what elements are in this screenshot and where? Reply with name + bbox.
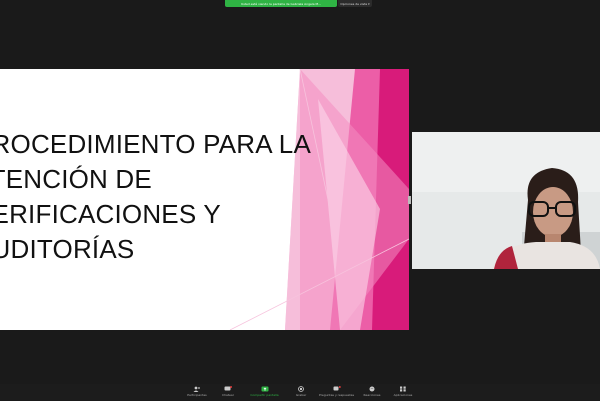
shared-slide: PROCEDIMIENTO PARA LA ATENCIÓN DE VERIFI… — [0, 69, 409, 330]
reactions-button[interactable]: Reacciones — [357, 384, 388, 401]
reactions-label: Reacciones — [363, 393, 381, 397]
view-options-label: Opciones de vista — [340, 1, 368, 6]
chevron-down-icon: ▾ — [368, 1, 370, 6]
slide-title-line: AUDITORÍAS — [0, 234, 135, 264]
record-icon — [297, 385, 305, 392]
reactions-icon — [368, 385, 376, 392]
share-screen-button[interactable]: Compartir pantalla — [244, 384, 286, 401]
apps-label: Aplicaciones — [393, 393, 413, 397]
participant-video[interactable] — [412, 132, 600, 269]
top-bar: Usted está viendo la pantalla de Gabriel… — [0, 0, 600, 8]
record-button[interactable]: Grabar — [286, 384, 317, 401]
participant-image — [412, 132, 600, 269]
slide-title-line: PROCEDIMIENTO PARA LA — [0, 129, 311, 159]
apps-button[interactable]: Aplicaciones — [388, 384, 419, 401]
chat-label: Chatear — [222, 393, 234, 397]
share-screen-label: Compartir pantalla — [250, 393, 279, 397]
splitter-handle[interactable] — [408, 196, 411, 204]
slide-title: PROCEDIMIENTO PARA LA ATENCIÓN DE VERIFI… — [0, 127, 311, 267]
participants-button[interactable]: Participantes — [182, 384, 213, 401]
qa-label: Preguntas y respuestas — [318, 393, 355, 397]
meeting-toolbar: Participantes Chatear Compartir pantalla… — [0, 384, 600, 400]
record-label: Grabar — [295, 393, 307, 397]
slide-title-line: ATENCIÓN DE — [0, 164, 152, 194]
participants-icon — [193, 385, 201, 392]
qa-button[interactable]: Preguntas y respuestas — [317, 384, 357, 401]
slide-title-line: VERIFICACIONES Y — [0, 199, 221, 229]
share-banner-text: Usted está viendo la pantalla de Gabriel… — [241, 1, 321, 6]
chat-icon — [224, 385, 232, 392]
participants-label: Participantes — [187, 393, 207, 397]
qa-icon — [333, 385, 341, 392]
view-options-button[interactable]: Opciones de vista ▾ — [338, 0, 372, 7]
share-screen-icon — [261, 385, 269, 392]
chat-button[interactable]: Chatear — [213, 384, 244, 401]
screen-share-banner[interactable]: Usted está viendo la pantalla de Gabriel… — [225, 0, 337, 7]
apps-icon — [399, 385, 407, 392]
